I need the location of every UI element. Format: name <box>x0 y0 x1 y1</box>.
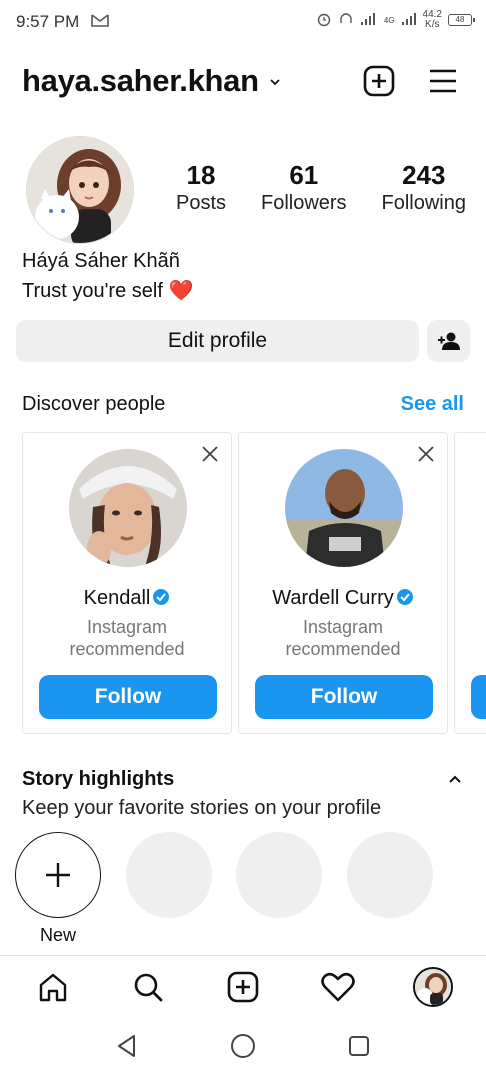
chevron-down-icon[interactable] <box>269 75 281 87</box>
stat-value: 243 <box>402 160 446 190</box>
new-highlight-label: New <box>39 925 76 945</box>
suggestion-avatar[interactable] <box>285 449 403 567</box>
bio: Trust you're self ❤️ <box>22 278 193 303</box>
stat-label: Followers <box>260 192 347 214</box>
suggestion-card-peek <box>454 432 486 734</box>
profile-avatar[interactable] <box>26 136 134 244</box>
suggestion-reason: Instagram recommended <box>23 616 231 660</box>
plus-icon <box>46 863 70 887</box>
stat-label: Following <box>381 192 466 214</box>
close-icon[interactable] <box>201 445 219 463</box>
headset-icon <box>338 11 354 30</box>
follow-button-peek[interactable] <box>471 675 486 719</box>
stat-followers[interactable]: 61 Followers <box>261 158 347 215</box>
story-highlights-title: Story highlights <box>22 768 175 790</box>
create-icon[interactable] <box>223 967 263 1007</box>
see-all-link[interactable]: See all <box>401 393 464 416</box>
network-type: 4G <box>383 15 395 25</box>
suggestion-name-text: Wardell Curry <box>272 587 394 609</box>
suggestion-reason-line1: Instagram <box>302 617 384 637</box>
chevron-up-icon[interactable] <box>448 772 462 786</box>
suggestion-reason-line2: recommended <box>285 639 401 659</box>
system-nav <box>0 1017 486 1080</box>
menu-hamburger-icon[interactable] <box>426 64 460 98</box>
suggestion-card: Wardell Curry Instagram recommended Foll… <box>238 432 448 734</box>
profile-header: haya.saher.khan <box>22 58 466 104</box>
add-user-icon <box>437 332 460 350</box>
stat-label: Posts <box>176 192 227 214</box>
stat-value: 18 <box>186 160 216 190</box>
discover-people-button[interactable] <box>427 320 470 362</box>
display-name: Háyá Sáher Khãñ <box>22 250 180 272</box>
signal-icon <box>360 12 378 29</box>
close-icon[interactable] <box>417 445 435 463</box>
suggestion-reason-line1: Instagram <box>86 617 168 637</box>
verified-badge-icon <box>152 588 170 606</box>
highlight-placeholder <box>126 832 212 918</box>
new-highlight-button[interactable] <box>15 832 101 918</box>
search-icon[interactable] <box>128 967 168 1007</box>
status-time: 9:57 PM <box>16 12 80 31</box>
status-bar: 9:57 PM 4G 44.2 K/s 48 <box>0 0 486 44</box>
alarm-icon <box>316 11 332 30</box>
username[interactable]: haya.saher.khan <box>22 63 259 99</box>
follow-button[interactable]: Follow <box>255 675 433 719</box>
profile-avatar-nav[interactable] <box>412 966 453 1007</box>
signal-icon-2 <box>401 12 417 29</box>
home-circle-icon[interactable] <box>230 1033 256 1064</box>
stat-posts[interactable]: 18 Posts <box>176 158 226 215</box>
speed-unit: K/s <box>425 19 440 30</box>
status-icons: 4G 44.2 K/s 48 <box>316 10 475 30</box>
suggestion-avatar[interactable] <box>69 449 187 567</box>
story-highlights-subtitle: Keep your favorite stories on your profi… <box>22 797 382 819</box>
edit-profile-button[interactable]: Edit profile <box>16 320 419 362</box>
back-icon[interactable] <box>116 1034 138 1063</box>
suggestion-name[interactable]: Kendall <box>23 587 231 610</box>
suggestion-name[interactable]: Wardell Curry <box>239 587 447 610</box>
bottom-nav <box>0 955 486 1017</box>
verified-badge-icon <box>396 588 414 606</box>
suggestion-reason-line2: recommended <box>69 639 185 659</box>
recents-icon[interactable] <box>348 1035 370 1062</box>
suggestion-reason: Instagram recommended <box>239 616 447 660</box>
profile-stats: 18 Posts 61 Followers 243 Following <box>176 158 466 215</box>
create-plus-icon[interactable] <box>362 64 396 98</box>
stat-value: 61 <box>289 160 319 190</box>
home-icon[interactable] <box>33 967 73 1007</box>
suggestion-card: Kendall Instagram recommended Follow <box>22 432 232 734</box>
highlight-placeholder <box>236 832 322 918</box>
follow-button[interactable]: Follow <box>39 675 217 719</box>
heart-emoji: ❤️ <box>168 280 194 302</box>
stat-following[interactable]: 243 Following <box>382 158 466 215</box>
heart-icon[interactable] <box>318 967 358 1007</box>
bio-text: Trust you're self <box>22 280 163 302</box>
battery-icon: 48 <box>448 14 475 26</box>
suggestion-name-text: Kendall <box>83 587 151 609</box>
gmail-icon <box>91 13 110 32</box>
discover-people-title: Discover people <box>22 393 166 415</box>
network-speed: 44.2 K/s <box>423 10 442 30</box>
highlight-placeholder <box>347 832 433 918</box>
